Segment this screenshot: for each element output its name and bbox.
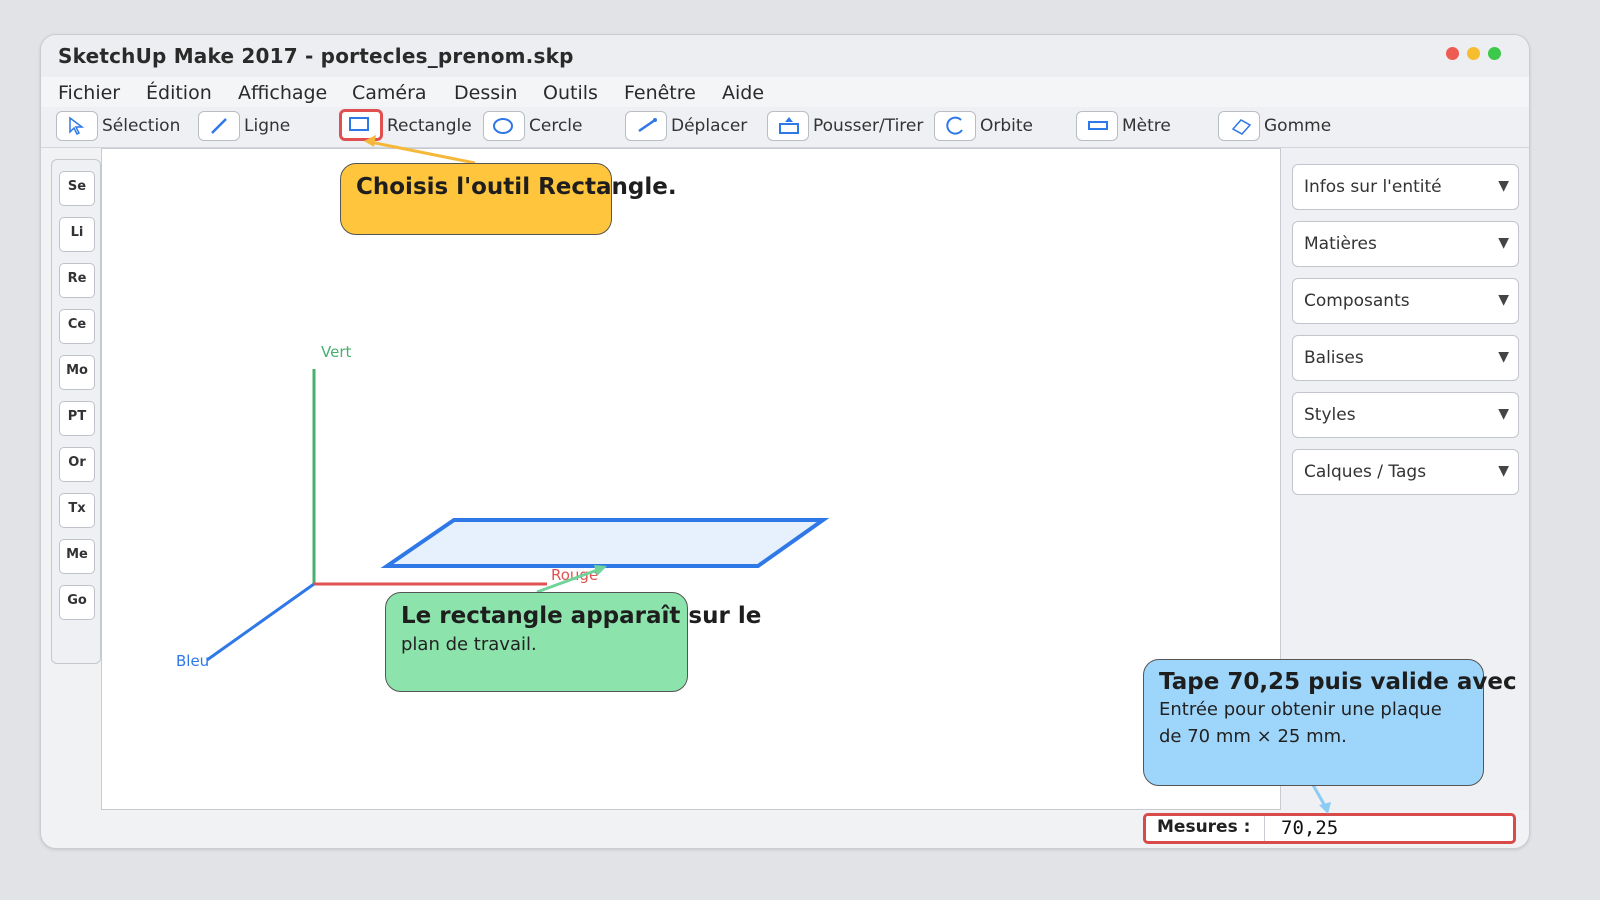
minimize-window-button[interactable] [1467,47,1480,60]
measurements-box[interactable]: Mesures : 70,25 [1143,813,1516,844]
tray-materials-label: Matières [1304,234,1377,254]
menu-fichier[interactable]: Fichier [58,82,120,104]
menu-aide[interactable]: Aide [722,82,764,104]
tray-layers-label: Calques / Tags [1304,462,1427,482]
rectangle-button[interactable] [339,109,383,141]
pushpull-label: Pousser/Tirer [813,116,924,136]
move-icon [638,118,657,133]
select-label: Sélection [102,116,181,136]
cursor-arrow-icon [69,116,85,136]
tray-entity-info[interactable]: Infos sur l'entité ▼ [1292,164,1519,210]
callout-type-dimensions-title: Tape 70,25 puis valide avec [1159,669,1517,695]
circle-button[interactable] [483,111,525,141]
callout-type-dimensions: Tape 70,25 puis valide avec Entrée pour … [1143,659,1517,786]
drawing-area[interactable] [101,148,1281,810]
tray-layers[interactable]: Calques / Tags ▼ [1292,449,1519,495]
menu-affichage[interactable]: Affichage [238,82,327,104]
callout-type-dimensions-body-line1: Entrée pour obtenir une plaque [1159,699,1442,720]
measurements-label: Mesures : [1157,817,1251,837]
pushpull-button[interactable] [767,111,809,141]
dropdown-arrow-icon: ▼ [1498,178,1509,194]
main-toolbar: Sélection Ligne Rectangle Cercle Déplace… [41,107,1529,148]
move-label: Déplacer [671,116,748,136]
line-button[interactable] [198,111,240,141]
rectangle-icon [349,117,369,131]
orbit-button[interactable] [934,111,976,141]
tray-styles[interactable]: Styles ▼ [1292,392,1519,438]
dropdown-arrow-icon: ▼ [1498,463,1509,479]
callout-type-dimensions-body-line2: de 70 mm × 25 mm. [1159,726,1347,747]
side-tool-tape[interactable]: Me [59,539,95,574]
tray-tags[interactable]: Balises ▼ [1292,335,1519,381]
dropdown-arrow-icon: ▼ [1498,292,1509,308]
measurements-input[interactable]: 70,25 [1264,816,1521,841]
callout-choose-rectangle: Choisis l'outil Rectangle. [340,163,677,235]
side-tool-select[interactable]: Se [59,171,95,206]
side-tool-rectangle[interactable]: Re [59,263,95,298]
side-tool-eraser[interactable]: Go [59,585,95,620]
orbit-label: Orbite [980,116,1034,136]
side-tool-pushpull[interactable]: PT [59,401,95,436]
eraser-label: Gomme [1264,116,1332,136]
menu-outils[interactable]: Outils [543,82,598,104]
tape-measure-icon [1088,121,1108,130]
tray-components[interactable]: Composants ▼ [1292,278,1519,324]
side-tool-orbit[interactable]: Or [59,447,95,482]
line-icon [211,118,227,134]
title-bar: SketchUp Make 2017 - portecles_prenom.sk… [41,35,1529,77]
dropdown-arrow-icon: ▼ [1498,406,1509,422]
circle-icon [493,118,513,134]
eraser-button[interactable] [1218,111,1260,141]
callout-choose-rectangle-title: Choisis l'outil Rectangle. [356,174,677,200]
line-label: Ligne [244,116,291,136]
side-tool-text[interactable]: Tx [59,493,95,528]
side-tool-circle[interactable]: Ce [59,309,95,344]
window-title: SketchUp Make 2017 - portecles_prenom.sk… [58,44,574,68]
large-tool-set-panel: Se Li Re Ce Mo PT Or Tx Me Go [51,159,101,664]
menu-edition[interactable]: Édition [146,82,212,104]
callout-rectangle-plane-title: Le rectangle apparaît sur le [401,603,762,629]
pushpull-icon [779,117,799,134]
tape-label: Mètre [1122,116,1171,136]
tray-tags-label: Balises [1304,348,1364,368]
orbit-icon [946,116,963,135]
menu-dessin[interactable]: Dessin [454,82,517,104]
rectangle-label: Rectangle [387,116,472,136]
maximize-window-button[interactable] [1488,47,1501,60]
menu-fenetre[interactable]: Fenêtre [624,82,696,104]
tray-materials[interactable]: Matières ▼ [1292,221,1519,267]
menu-bar: Fichier Édition Affichage Caméra Dessin … [41,77,1529,107]
circle-label: Cercle [529,116,583,136]
callout-rectangle-plane: Le rectangle apparaît sur le plan de tra… [385,592,761,692]
move-button[interactable] [625,111,667,141]
tape-button[interactable] [1076,111,1118,141]
eraser-icon [1231,119,1252,135]
callout-rectangle-plane-body: plan de travail. [401,634,537,655]
dropdown-arrow-icon: ▼ [1498,235,1509,251]
select-arrow-button[interactable] [56,111,98,141]
tray-components-label: Composants [1304,291,1410,311]
dropdown-arrow-icon: ▼ [1498,349,1509,365]
close-window-button[interactable] [1446,47,1459,60]
tray-styles-label: Styles [1304,405,1356,425]
tray-entity-info-label: Infos sur l'entité [1304,177,1442,197]
menu-camera[interactable]: Caméra [352,82,427,104]
side-tool-line[interactable]: Li [59,217,95,252]
side-tool-move[interactable]: Mo [59,355,95,390]
